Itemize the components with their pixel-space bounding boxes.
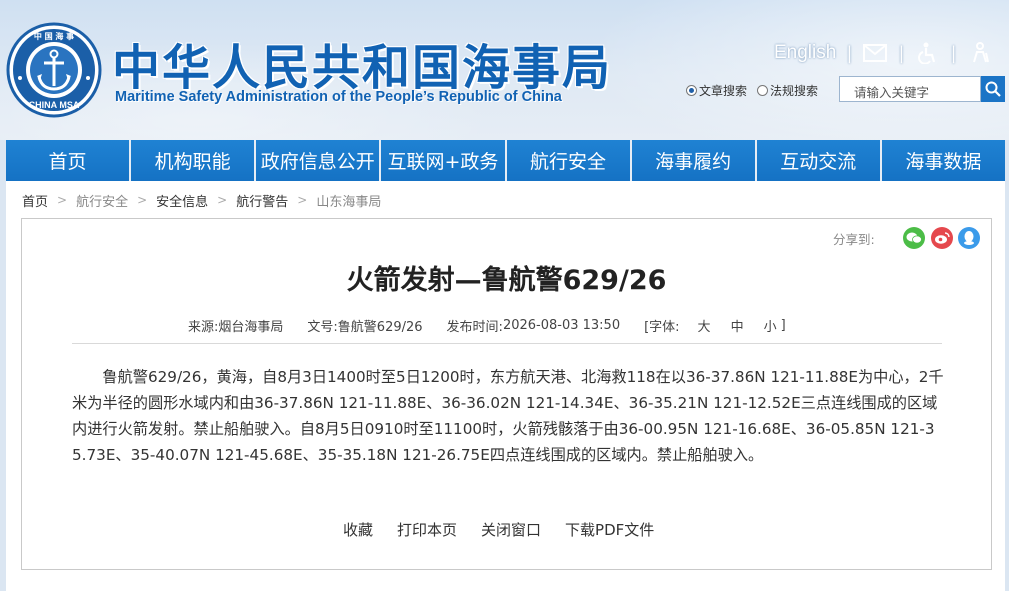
site-title-en[interactable]: Maritime Safety Administration of the Pe…: [115, 89, 562, 105]
site-title-cn[interactable]: 中华人民共和国海事局: [112, 28, 612, 98]
header-decoration: [560, 0, 1009, 140]
chevron-right-icon: >: [57, 193, 68, 207]
nav-item-internet-gov[interactable]: 互联网+政务: [381, 140, 505, 181]
logo-text-bottom: CHINA MSA: [29, 100, 80, 110]
close-window-button[interactable]: 关闭窗口: [481, 519, 541, 540]
weibo-icon[interactable]: [931, 227, 953, 249]
article-title: 火箭发射—鲁航警629/26: [346, 265, 667, 296]
radio-article-label: 文章搜索: [699, 83, 748, 98]
article-actions: 收藏 打印本页 关闭窗口 下载PDF文件: [343, 519, 678, 539]
wechat-icon[interactable]: [903, 227, 925, 249]
radio-article-search[interactable]: 文章搜索: [686, 82, 747, 99]
font-size-medium[interactable]: 中: [731, 316, 744, 335]
nav-item-data[interactable]: 海事数据: [881, 140, 1005, 181]
source-value: 烟台海事局: [218, 319, 284, 335]
breadcrumb-safety-info[interactable]: 安全信息: [156, 191, 208, 210]
accessibility-icon[interactable]: [914, 41, 940, 65]
nav-item-interaction[interactable]: 互动交流: [756, 140, 880, 181]
divider: |: [898, 42, 905, 64]
logo-text-top: 中 国 海 事: [34, 31, 74, 41]
font-size-close: ]: [780, 317, 786, 333]
search-icon: [985, 81, 1001, 97]
publish-time-label: 发布时间:: [446, 319, 503, 335]
search-input[interactable]: 请输入关键字: [839, 76, 981, 102]
doc-number-value: 鲁航警629/26: [337, 319, 423, 335]
favorite-button[interactable]: 收藏: [343, 519, 373, 540]
font-size-large[interactable]: 大: [698, 316, 711, 335]
china-msa-logo[interactable]: CHINA MSA 中 国 海 事: [6, 22, 102, 118]
nav-item-functions[interactable]: 机构职能: [131, 140, 255, 181]
nav-item-navigation-safety[interactable]: 航行安全: [506, 140, 630, 181]
print-button[interactable]: 打印本页: [397, 519, 457, 540]
breadcrumb-navigation-safety[interactable]: 航行安全: [76, 191, 128, 210]
radio-law-search[interactable]: 法规搜索: [757, 82, 818, 99]
top-links: English | | |: [774, 40, 993, 66]
article-body: 鲁航警629/26，黄海，自8月3日1400时至5日1200时，东方航天港、北海…: [72, 368, 944, 464]
doc-number-label: 文号:: [307, 319, 338, 335]
meta-divider: [72, 343, 942, 344]
breadcrumb: 首页 > 航行安全 > 安全信息 > 航行警告 > 山东海事局: [22, 191, 381, 210]
radio-checked-icon[interactable]: [686, 84, 697, 96]
article-meta: 来源: 烟台海事局 文号: 鲁航警629/26 发布时间: 2026-08-03…: [188, 316, 786, 335]
breadcrumb-shandong-msa[interactable]: 山东海事局: [316, 191, 381, 210]
divider: |: [950, 42, 957, 64]
english-link[interactable]: English: [774, 42, 836, 64]
breadcrumb-nav-warnings[interactable]: 航行警告: [236, 191, 288, 210]
main-nav: 首页 机构职能 政府信息公开 互联网+政务 航行安全 海事履约 互动交流 海事数…: [6, 140, 1005, 181]
qq-icon[interactable]: [958, 227, 980, 249]
breadcrumb-home[interactable]: 首页: [22, 191, 48, 210]
search-button[interactable]: [981, 76, 1005, 102]
nav-item-convention[interactable]: 海事履约: [631, 140, 755, 181]
share-label: 分享到:: [833, 231, 875, 247]
mail-icon[interactable]: [862, 41, 888, 65]
elder-care-icon[interactable]: [967, 41, 993, 65]
search-type-options: 文章搜索 法规搜索: [686, 78, 828, 102]
source-label: 来源:: [188, 319, 219, 335]
chevron-right-icon: >: [217, 193, 228, 207]
download-pdf-button[interactable]: 下载PDF文件: [565, 519, 654, 540]
chevron-right-icon: >: [137, 193, 148, 207]
font-size-label: [字体:: [644, 319, 680, 335]
chevron-right-icon: >: [297, 193, 308, 207]
publish-time-value: 2026-08-03 13:50: [502, 317, 621, 333]
nav-item-gov-info[interactable]: 政府信息公开: [256, 140, 380, 181]
radio-law-label: 法规搜索: [770, 83, 819, 98]
divider: |: [846, 42, 853, 64]
nav-item-home[interactable]: 首页: [6, 140, 130, 181]
font-size-small[interactable]: 小: [764, 316, 777, 335]
radio-unchecked-icon[interactable]: [757, 84, 769, 96]
